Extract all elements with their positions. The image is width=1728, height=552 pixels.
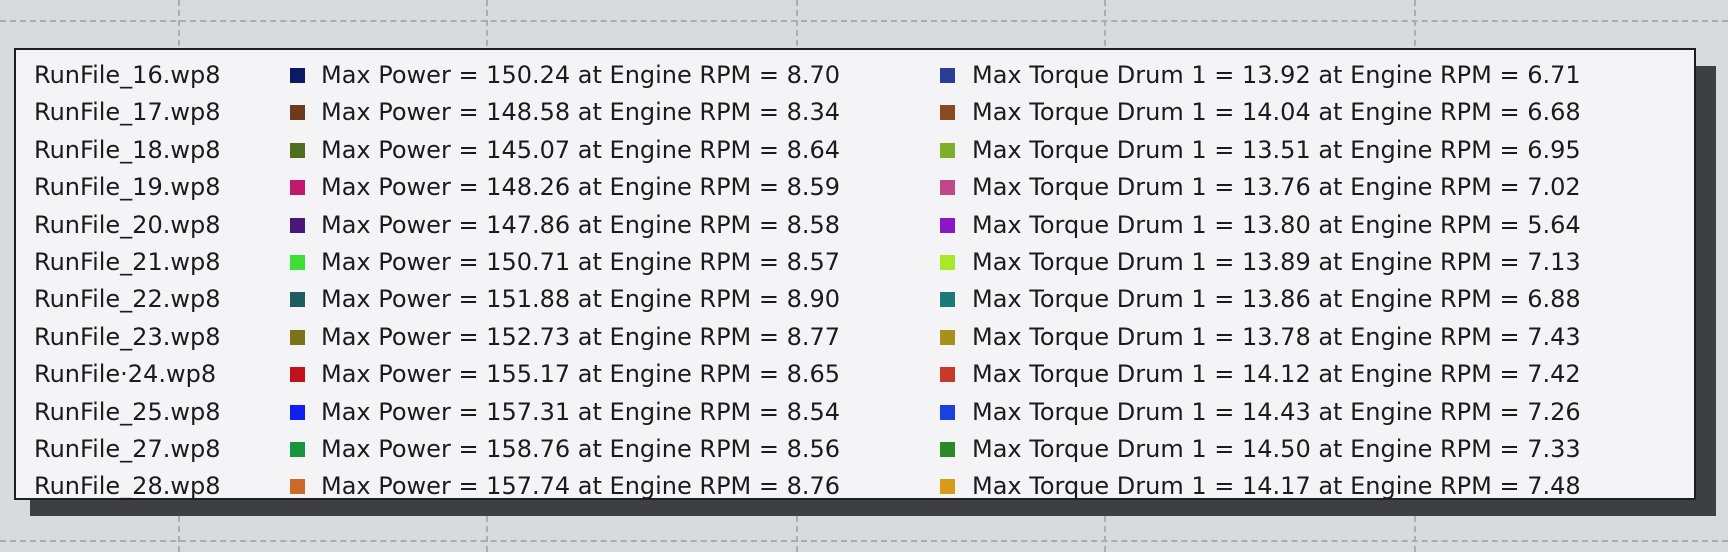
power-series-swatch (290, 404, 305, 420)
legend-row: RunFile_16.wp8 Max Power = 150.24 at Engi… (16, 56, 1694, 94)
power-series-swatch (290, 442, 305, 457)
power-series-swatch (290, 255, 305, 270)
torque-series-swatch (940, 142, 955, 158)
torque-series-swatch (940, 105, 955, 121)
run-file-name: RunFile_20.wp8 (34, 210, 221, 239)
legend-row: RunFile_28.wp8 Max Power = 157.74 at Engi… (16, 467, 1694, 505)
legend-row: RunFile_23.wp8 Max Power = 152.73 at Engi… (16, 318, 1694, 356)
max-torque-text: Max Torque Drum 1 = 13.86 at Engine RPM … (972, 285, 1581, 314)
torque-series-swatch (940, 367, 955, 383)
torque-series-swatch (940, 180, 955, 196)
max-power-text: Max Power = 155.17 at Engine RPM = 8.65 (321, 360, 841, 389)
power-series-swatch (290, 68, 305, 83)
torque-series-swatch (940, 68, 955, 83)
grid-line-horizontal (0, 20, 1728, 22)
power-series-swatch (290, 329, 305, 345)
max-torque-text: Max Torque Drum 1 = 14.04 at Engine RPM … (972, 98, 1581, 127)
run-file-name: RunFile_25.wp8 (34, 397, 221, 426)
run-file-name: RunFile_19.wp8 (34, 173, 221, 202)
torque-series-swatch (940, 292, 955, 308)
max-power-text: Max Power = 150.71 at Engine RPM = 8.57 (321, 248, 841, 276)
max-torque-text: Max Torque Drum 1 = 14.43 at Engine RPM … (972, 397, 1581, 426)
legend-row: RunFile_19.wp8 Max Power = 148.26 at Engi… (16, 168, 1694, 206)
max-torque-text: Max Torque Drum 1 = 14.12 at Engine RPM … (972, 360, 1581, 389)
chart-legend: RunFile_16.wp8 Max Power = 150.24 at Engi… (14, 48, 1696, 500)
max-torque-text: Max Torque Drum 1 = 13.89 at Engine RPM … (972, 248, 1581, 276)
max-torque-text: Max Torque Drum 1 = 14.50 at Engine RPM … (972, 435, 1581, 463)
max-torque-text: Max Torque Drum 1 = 13.78 at Engine RPM … (972, 322, 1581, 351)
max-torque-text: Max Torque Drum 1 = 14.17 at Engine RPM … (972, 472, 1581, 501)
power-series-swatch (290, 142, 305, 158)
legend-row: RunFile_18.wp8 Max Power = 145.07 at Engi… (16, 131, 1694, 169)
power-series-swatch (290, 217, 305, 233)
max-power-text: Max Power = 148.26 at Engine RPM = 8.59 (321, 173, 841, 202)
torque-series-swatch (940, 329, 955, 345)
max-torque-text: Max Torque Drum 1 = 13.76 at Engine RPM … (972, 173, 1581, 202)
torque-series-swatch (940, 442, 955, 457)
run-file-name: RunFile·24.wp8 (34, 360, 217, 389)
torque-series-swatch (940, 479, 955, 495)
grid-line-horizontal (0, 540, 1728, 542)
run-file-name: RunFile_17.wp8 (34, 98, 221, 127)
legend-row: RunFile·24.wp8 Max Power = 155.17 at Engi… (16, 355, 1694, 393)
legend-row: RunFile_20.wp8 Max Power = 147.86 at Engi… (16, 206, 1694, 244)
legend-row: RunFile_22.wp8 Max Power = 151.88 at Engi… (16, 280, 1694, 318)
max-power-text: Max Power = 158.76 at Engine RPM = 8.56 (321, 435, 841, 463)
run-file-name: RunFile_23.wp8 (34, 322, 221, 351)
power-series-swatch (290, 180, 305, 196)
run-file-name: RunFile_28.wp8 (34, 472, 221, 501)
max-power-text: Max Power = 157.74 at Engine RPM = 8.76 (321, 472, 841, 501)
run-file-name: RunFile_18.wp8 (34, 135, 221, 164)
power-series-swatch (290, 105, 305, 121)
max-power-text: Max Power = 151.88 at Engine RPM = 8.90 (321, 285, 841, 314)
run-file-name: RunFile_27.wp8 (34, 435, 221, 463)
power-series-swatch (290, 479, 305, 495)
max-torque-text: Max Torque Drum 1 = 13.92 at Engine RPM … (972, 61, 1581, 89)
power-series-swatch (290, 367, 305, 383)
run-file-name: RunFile_22.wp8 (34, 285, 221, 314)
max-torque-text: Max Torque Drum 1 = 13.51 at Engine RPM … (972, 135, 1581, 164)
max-power-text: Max Power = 157.31 at Engine RPM = 8.54 (321, 397, 841, 426)
max-power-text: Max Power = 148.58 at Engine RPM = 8.34 (321, 98, 841, 127)
legend-row: RunFile_21.wp8 Max Power = 150.71 at Engi… (16, 243, 1694, 281)
torque-series-swatch (940, 255, 955, 270)
torque-series-swatch (940, 404, 955, 420)
power-series-swatch (290, 292, 305, 308)
max-power-text: Max Power = 145.07 at Engine RPM = 8.64 (321, 135, 841, 164)
legend-row: RunFile_17.wp8 Max Power = 148.58 at Engi… (16, 93, 1694, 131)
max-power-text: Max Power = 152.73 at Engine RPM = 8.77 (321, 322, 841, 351)
run-file-name: RunFile_21.wp8 (34, 248, 221, 276)
max-torque-text: Max Torque Drum 1 = 13.80 at Engine RPM … (972, 210, 1581, 239)
legend-row: RunFile_27.wp8 Max Power = 158.76 at Engi… (16, 430, 1694, 468)
max-power-text: Max Power = 147.86 at Engine RPM = 8.58 (321, 210, 841, 239)
torque-series-swatch (940, 217, 955, 233)
run-file-name: RunFile_16.wp8 (34, 61, 221, 89)
legend-row: RunFile_25.wp8 Max Power = 157.31 at Engi… (16, 393, 1694, 431)
max-power-text: Max Power = 150.24 at Engine RPM = 8.70 (321, 61, 841, 89)
